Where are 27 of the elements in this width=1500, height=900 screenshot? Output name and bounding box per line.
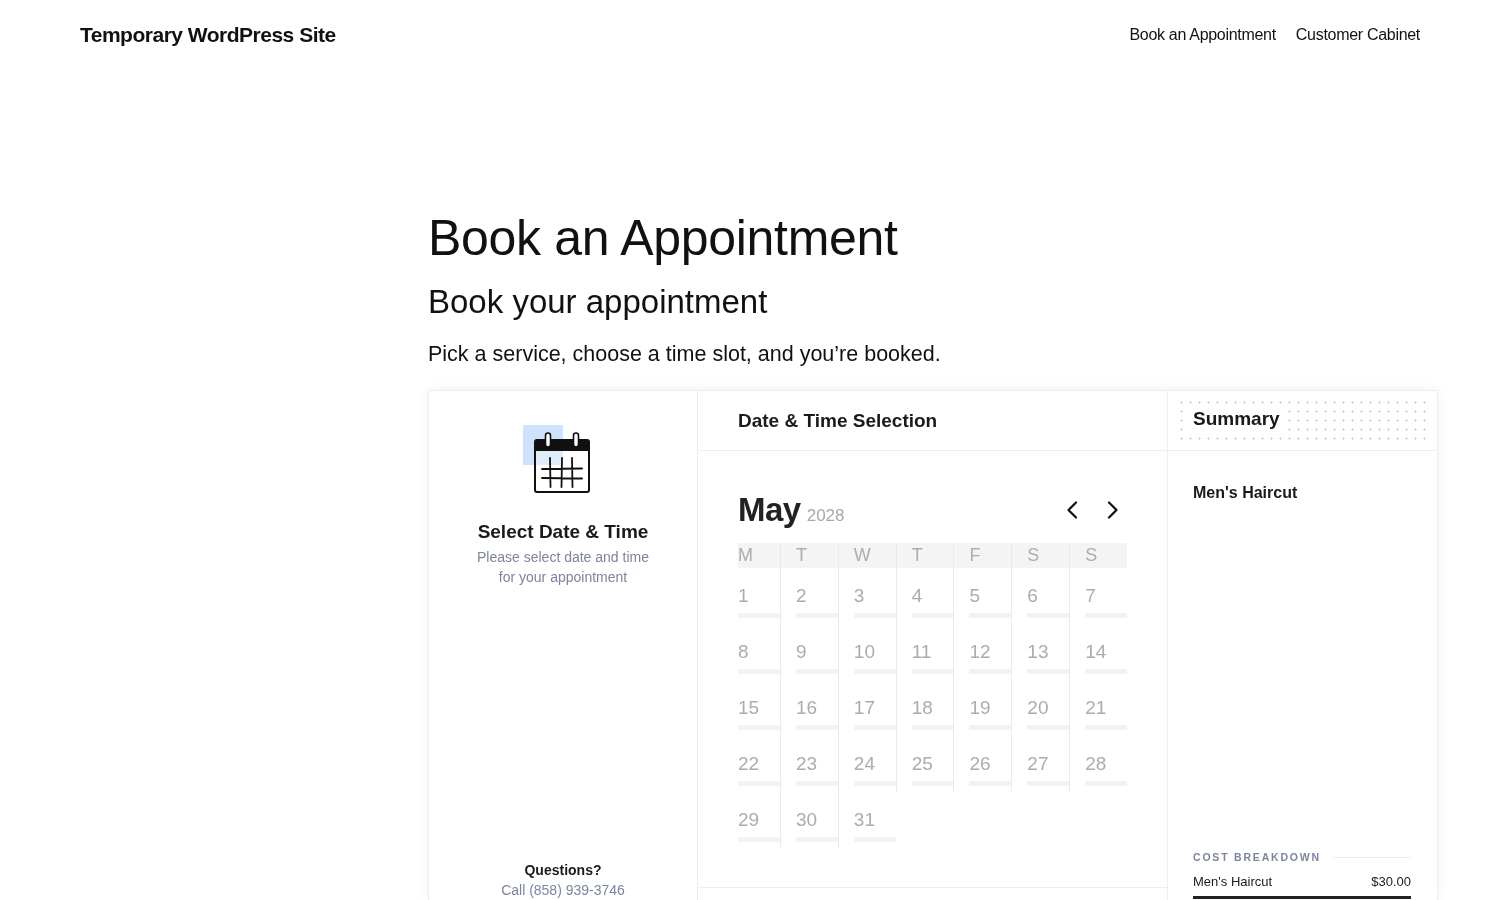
page-title: Book an Appointment — [428, 209, 899, 268]
weekday-label: M — [738, 544, 753, 567]
cost-item-price: $30.00 — [1371, 873, 1411, 891]
weekday-label: F — [969, 544, 981, 567]
chevron-left-icon — [1066, 501, 1078, 519]
nav-link[interactable]: Customer Cabinet — [1295, 26, 1420, 44]
calendar-icon — [523, 425, 593, 495]
chevron-right-icon — [1107, 501, 1119, 519]
weekday-label: S — [1085, 544, 1098, 567]
page-subtitle: Book your appointment — [428, 282, 769, 322]
step-title: Select Date & Time — [477, 520, 649, 544]
year-label: 2028 — [806, 506, 845, 526]
cost-heading: COST BREAKDOWN — [1193, 850, 1321, 864]
help-title: Questions? — [524, 861, 602, 880]
site-title: Temporary WordPress Site — [80, 23, 336, 47]
phone-link[interactable]: Call (858) 939-3746 — [501, 880, 625, 900]
step-description: Please select date and time for your appointment — [476, 548, 650, 587]
weekday-label: T — [796, 544, 807, 567]
service-name: Men's Haircut — [1193, 483, 1299, 503]
weekday-label: W — [853, 544, 871, 567]
panel-title: Date & Time Selection — [738, 409, 938, 432]
weekday-label: T — [911, 544, 923, 567]
month-label: May — [738, 491, 801, 529]
weekday-label: S — [1027, 544, 1040, 567]
nav-link[interactable]: Book an Appointment — [1129, 26, 1276, 44]
cost-item-name: Men's Haircut — [1193, 873, 1273, 891]
intro-text: Pick a service, choose a time slot, and you’re booked. — [428, 341, 942, 368]
